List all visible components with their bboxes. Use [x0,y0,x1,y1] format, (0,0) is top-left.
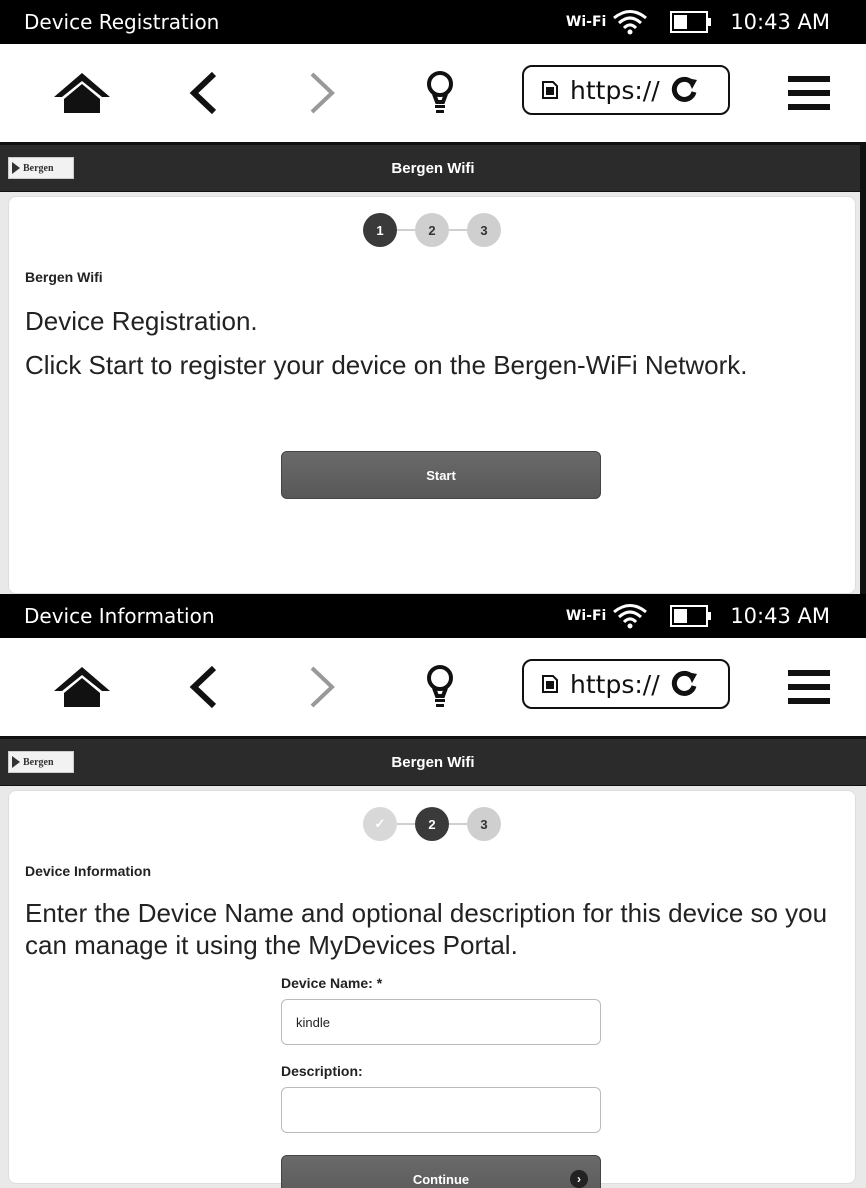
instruction-text: Click Start to register your device on t… [25,350,748,380]
app-title: Bergen Wifi [391,159,475,177]
status-time: 10:43 AM [730,10,830,34]
wifi-label: Wi-Fi [565,608,607,624]
screen-device-information: Device Information Wi-Fi 10:43 AM https:… [0,594,866,1188]
wifi-label: Wi-Fi [565,14,607,30]
continue-label: Continue [412,1171,470,1187]
step-1: 1 [363,213,397,247]
device-name-input[interactable] [281,999,601,1045]
back-icon[interactable] [188,71,218,115]
battery-icon [670,605,712,627]
instruction-text: Enter the Device Name and optional descr… [25,898,828,960]
description-label: Description: [281,1063,363,1079]
forward-icon[interactable] [308,665,338,709]
device-info-card: ✓ 2 3 Device Information Enter the Devic… [8,790,856,1188]
status-title: Device Registration [24,10,220,34]
step-indicator: ✓ 2 3 [9,807,855,841]
url-text: https:// [570,75,660,105]
app-header: Bergen Bergen Wifi [0,739,866,786]
section-label: Device Information [25,863,152,879]
status-time: 10:43 AM [730,604,830,628]
wifi-icon [613,10,648,35]
app-header: Bergen Bergen Wifi [0,145,866,192]
back-icon[interactable] [188,665,218,709]
scrollbar[interactable] [860,142,866,594]
screen-device-registration: Device Registration Wi-Fi 10:43 AM https… [0,0,866,594]
registration-card: 1 2 3 Bergen Wifi Device Registration. C… [8,196,856,594]
section-label: Bergen Wifi [25,269,103,285]
step-3: 3 [467,807,501,841]
battery-icon [670,11,712,33]
app-title: Bergen Wifi [391,753,475,771]
page-icon [542,675,558,693]
url-bar[interactable]: https:// [522,659,730,709]
description-input[interactable] [281,1087,601,1133]
home-icon[interactable] [52,71,112,115]
home-icon[interactable] [52,665,112,709]
status-bar: Device Registration Wi-Fi 10:43 AM [0,0,866,44]
step-indicator: 1 2 3 [9,213,855,247]
continue-button[interactable]: Continue › [281,1155,601,1188]
status-title: Device Information [24,604,215,628]
forward-icon[interactable] [308,71,338,115]
reload-icon[interactable] [670,670,698,698]
start-button[interactable]: Start [281,451,601,499]
bergen-logo: Bergen [8,157,74,179]
step-1-complete: ✓ [363,807,397,841]
browser-toolbar: https:// [0,638,866,739]
url-bar[interactable]: https:// [522,65,730,115]
step-2: 2 [415,213,449,247]
lightbulb-icon[interactable] [425,70,455,116]
menu-icon[interactable] [788,669,830,705]
device-name-label: Device Name: * [281,975,383,991]
page-icon [542,81,558,99]
page-heading: Device Registration. [25,306,258,336]
status-bar: Device Information Wi-Fi 10:43 AM [0,594,866,638]
lightbulb-icon[interactable] [425,664,455,710]
chevron-right-icon: › [570,1170,588,1188]
step-2: 2 [415,807,449,841]
bergen-logo: Bergen [8,751,74,773]
step-3: 3 [467,213,501,247]
wifi-icon [613,604,648,629]
browser-toolbar: https:// [0,44,866,145]
reload-icon[interactable] [670,76,698,104]
menu-icon[interactable] [788,75,830,111]
url-text: https:// [570,669,660,699]
